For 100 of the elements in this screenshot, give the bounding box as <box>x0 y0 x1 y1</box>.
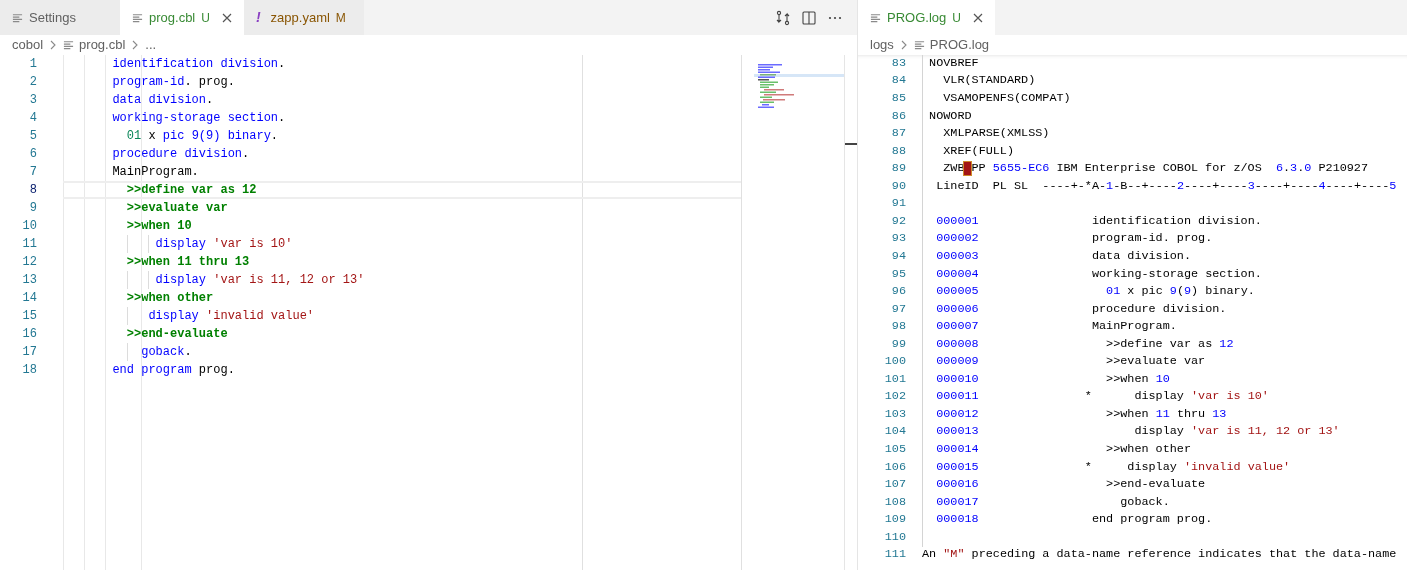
code-line: >>when 11 thru 13 <box>125 254 250 271</box>
line-number: 96 <box>890 283 906 301</box>
close-icon[interactable] <box>972 12 983 23</box>
code-line: 01 x pic 9(9) binary. <box>125 128 279 145</box>
line-number: 100 <box>883 353 906 371</box>
code-line: 000009 >>evaluate var <box>935 353 1206 371</box>
close-icon[interactable] <box>221 12 232 23</box>
line-number: 107 <box>883 476 906 494</box>
line-number: 110 <box>883 528 906 546</box>
code-line: procedure division. <box>111 146 250 163</box>
line-number: 85 <box>890 90 906 108</box>
code-line: 000006 procedure division. <box>935 300 1227 318</box>
code-line: XMLPARSE(XMLSS) <box>942 125 1050 143</box>
code-line: XREF(FULL) <box>942 142 1015 160</box>
file-lines-icon <box>870 12 881 23</box>
code-line: VLR(STANDARD) <box>942 72 1036 90</box>
line-number: 8 <box>28 182 37 199</box>
editor-tab[interactable]: Settings <box>0 0 120 35</box>
breadcrumb-item[interactable]: PROG.log <box>929 35 990 55</box>
code-line: goback. <box>140 344 192 361</box>
line-number: 16 <box>21 326 37 343</box>
line-number: 97 <box>890 300 906 318</box>
code-line: 000005 01 x pic 9(9) binary. <box>935 283 1255 301</box>
line-number: 91 <box>890 195 906 213</box>
code-line: >>evaluate var <box>125 200 228 217</box>
line-number: 17 <box>21 344 37 361</box>
code-line: ZWB PP 5655-EC6 IBM Enterprise COBOL for z/OS 6.3.0 P210927 <box>942 160 1369 178</box>
code-line: NOVBREF <box>928 54 979 72</box>
line-number: 14 <box>21 290 37 307</box>
line-number: 6 <box>28 146 37 163</box>
line-number: 108 <box>883 493 906 511</box>
code-line: 000018 end program prog. <box>935 511 1213 529</box>
code-line: display 'var is 10' <box>154 236 293 253</box>
code-line: >>when other <box>125 290 214 307</box>
line-number: 86 <box>890 107 906 125</box>
line-number: 10 <box>21 218 37 235</box>
code-line: 000015 * display 'invalid value' <box>935 458 1291 476</box>
code-line: >>end-evaluate <box>125 326 228 343</box>
line-number: 88 <box>890 142 906 160</box>
line-number: 103 <box>883 405 906 423</box>
line-number: 105 <box>883 440 906 458</box>
compare-changes-icon[interactable] <box>775 9 791 26</box>
code-line: 000003 data division. <box>935 247 1192 265</box>
code-line: 000013 display 'var is 11, 12 or 13' <box>935 423 1340 441</box>
line-number: 106 <box>883 458 906 476</box>
line-number: 95 <box>890 265 906 283</box>
code-line: end program prog. <box>111 362 235 379</box>
code-line: MainProgram. <box>111 164 199 181</box>
chevron-right-icon <box>132 40 139 50</box>
line-number: 109 <box>883 511 906 529</box>
line-number: 111 <box>883 546 906 564</box>
code-line: 000012 >>when 11 thru 13 <box>935 405 1227 423</box>
breadcrumb-item[interactable]: logs <box>870 35 894 55</box>
line-number: 94 <box>890 247 906 265</box>
line-number: 7 <box>28 164 37 181</box>
line-number: 3 <box>28 92 37 109</box>
code-line: display 'invalid value' <box>147 308 315 325</box>
code-line: VSAMOPENFS(COMPAT) <box>942 90 1071 108</box>
code-line: >>define var as 12 <box>125 182 257 199</box>
editor-tab[interactable]: ! zapp.yaml M <box>243 0 364 35</box>
breadcrumb-item[interactable]: ... <box>145 35 157 55</box>
code-line: LineID PL SL ----+-*A-1-B--+----2----+----3----+----4----+----5 <box>935 177 1397 195</box>
code-line: working-storage section. <box>111 110 286 127</box>
breadcrumb-item[interactable]: prog.cbl <box>79 35 126 55</box>
line-number: 13 <box>21 272 37 289</box>
code-line: 000002 program-id. prog. <box>935 230 1213 248</box>
code-line: 000007 MainProgram. <box>935 318 1177 336</box>
chevron-right-icon <box>900 40 907 50</box>
line-number: 4 <box>28 110 37 127</box>
line-number: 1 <box>28 56 37 73</box>
editor-tab[interactable]: prog.cbl U <box>120 0 244 35</box>
line-number: 11 <box>21 236 37 253</box>
line-number: 18 <box>21 362 37 379</box>
code-line: An "M" preceding a data-name reference indicates that the data-name <box>922 546 1397 564</box>
code-line: >>when 10 <box>125 218 192 235</box>
editor-tab[interactable]: PROG.log U <box>858 0 995 35</box>
line-number: 15 <box>21 308 37 325</box>
line-number: 12 <box>21 254 37 271</box>
line-number: 9 <box>28 200 37 217</box>
line-number: 104 <box>883 423 906 441</box>
line-number: 101 <box>883 370 906 388</box>
code-line: data division. <box>111 92 214 109</box>
code-line: 000017 goback. <box>935 493 1170 511</box>
code-line: program-id. prog. <box>111 74 235 91</box>
file-lines-icon <box>12 12 23 23</box>
line-number: 83 <box>890 54 906 72</box>
code-line: 000014 >>when other <box>935 440 1192 458</box>
exclamation-icon: ! <box>255 7 261 28</box>
line-number: 2 <box>28 74 37 91</box>
file-lines-icon <box>132 12 143 23</box>
line-number: 90 <box>890 177 906 195</box>
line-number: 5 <box>28 128 37 145</box>
line-number: 89 <box>890 160 906 178</box>
code-line: 000004 working-storage section. <box>935 265 1262 283</box>
code-line: 000008 >>define var as 12 <box>935 335 1234 353</box>
scrollbar[interactable] <box>844 55 857 570</box>
line-number: 99 <box>890 335 906 353</box>
breadcrumb-item[interactable]: cobol <box>12 35 44 55</box>
split-editor-icon[interactable] <box>801 9 817 26</box>
line-number: 92 <box>890 212 906 230</box>
